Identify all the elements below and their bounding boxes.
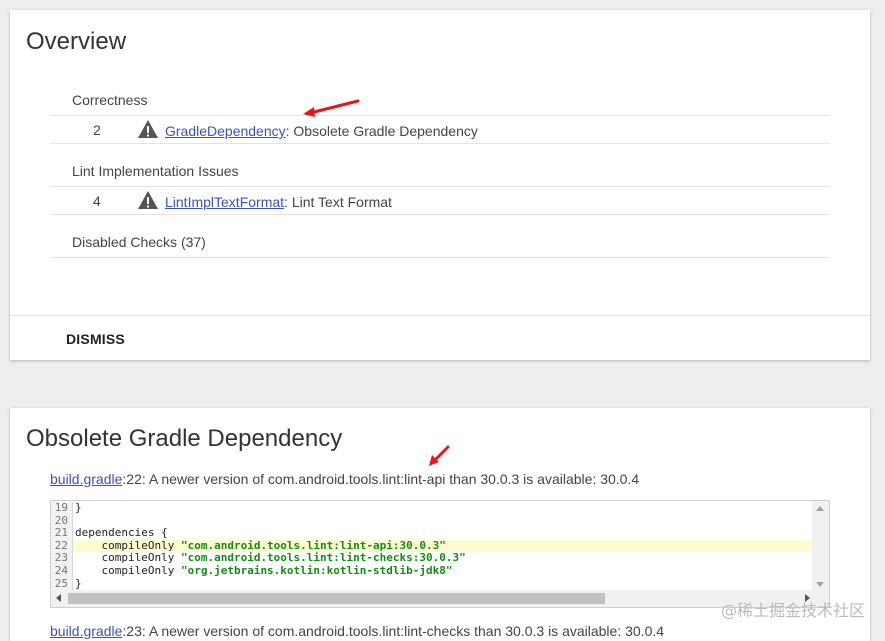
issue-count: 2	[93, 122, 101, 138]
issue-text: LintImplTextFormat: Lint Text Format	[165, 194, 392, 210]
red-arrow-icon	[303, 99, 360, 117]
code-text: compileOnly	[75, 563, 181, 577]
issue-count: 4	[93, 193, 101, 209]
code-lines: 19} 20 21 dependencies {22 compileOnly "com…	[51, 501, 813, 591]
issue-description: : Lint Text Format	[284, 194, 392, 210]
overview-table: Correctness 2 GradleDependency: Obsolete…	[50, 90, 830, 258]
code-line: 19}	[51, 501, 813, 515]
warning-icon	[138, 191, 158, 209]
location-line: build.gradle:22: A newer version of com.…	[50, 471, 639, 487]
code-text: compileOnly	[75, 551, 181, 565]
scroll-down-icon[interactable]	[816, 582, 824, 587]
dismiss-bar: DISMISS	[10, 315, 870, 360]
code-text: }	[75, 576, 82, 590]
code-string: "org.jetbrains.kotlin:kotlin-stdlib-jdk8…	[180, 563, 453, 577]
code-text: dependencies {	[75, 526, 168, 540]
line-number: 25	[51, 577, 73, 591]
file-link[interactable]: build.gradle	[50, 623, 122, 639]
watermark: @稀土掘金技术社区	[720, 601, 865, 620]
issue-text: GradleDependency: Obsolete Gradle Depend…	[165, 123, 478, 139]
horizontal-scrollbar[interactable]	[51, 590, 829, 607]
disabled-checks-toggle[interactable]: Disabled Checks (37)	[50, 232, 830, 258]
location-line: build.gradle:23: A newer version of com.…	[50, 623, 664, 639]
warning-icon	[138, 120, 158, 138]
issue-detail-title: Obsolete Gradle Dependency	[26, 425, 343, 452]
issue-description: : Obsolete Gradle Dependency	[285, 123, 478, 139]
code-text: compileOnly	[75, 538, 181, 552]
category-lint-implementation: Lint Implementation Issues	[50, 161, 830, 187]
location-message: :23: A newer version of com.android.tool…	[122, 623, 665, 639]
code-line: 25}	[51, 576, 813, 591]
line-number: 21	[51, 527, 73, 540]
code-string: "com.android.tools.lint:lint-checks:30.0…	[180, 551, 466, 565]
scroll-up-icon[interactable]	[816, 506, 824, 511]
line-number: 24	[51, 564, 73, 578]
scroll-left-icon[interactable]	[56, 594, 61, 602]
dismiss-button[interactable]: DISMISS	[66, 331, 125, 347]
overview-title: Overview	[26, 28, 127, 55]
location-message: :22: A newer version of com.android.tool…	[122, 471, 640, 487]
vertical-scrollbar[interactable]	[812, 501, 829, 592]
code-line: 24 compileOnly "org.jetbrains.kotlin:kot…	[51, 563, 813, 578]
file-link[interactable]: build.gradle	[50, 471, 122, 487]
issue-row-gradle-dependency: 2 GradleDependency: Obsolete Gradle Depe…	[50, 116, 830, 144]
scroll-thumb[interactable]	[68, 593, 605, 604]
red-arrow-icon	[429, 445, 450, 466]
code-snippet: 19} 20 21 dependencies {22 compileOnly "com…	[50, 500, 830, 608]
issue-link-lint-impl-text-format[interactable]: LintImplTextFormat	[165, 194, 284, 210]
code-string: "com.android.tools.lint:lint-api:30.0.3"	[180, 538, 446, 552]
issue-row-lint-impl-text-format: 4 LintImplTextFormat: Lint Text Format	[50, 187, 830, 215]
category-correctness: Correctness	[50, 90, 830, 116]
issue-link-gradle-dependency[interactable]: GradleDependency	[165, 123, 286, 139]
code-text: }	[75, 501, 82, 514]
overview-card: Overview Correctness 2 GradleDependency:…	[10, 10, 870, 360]
line-number: 19	[51, 501, 73, 515]
